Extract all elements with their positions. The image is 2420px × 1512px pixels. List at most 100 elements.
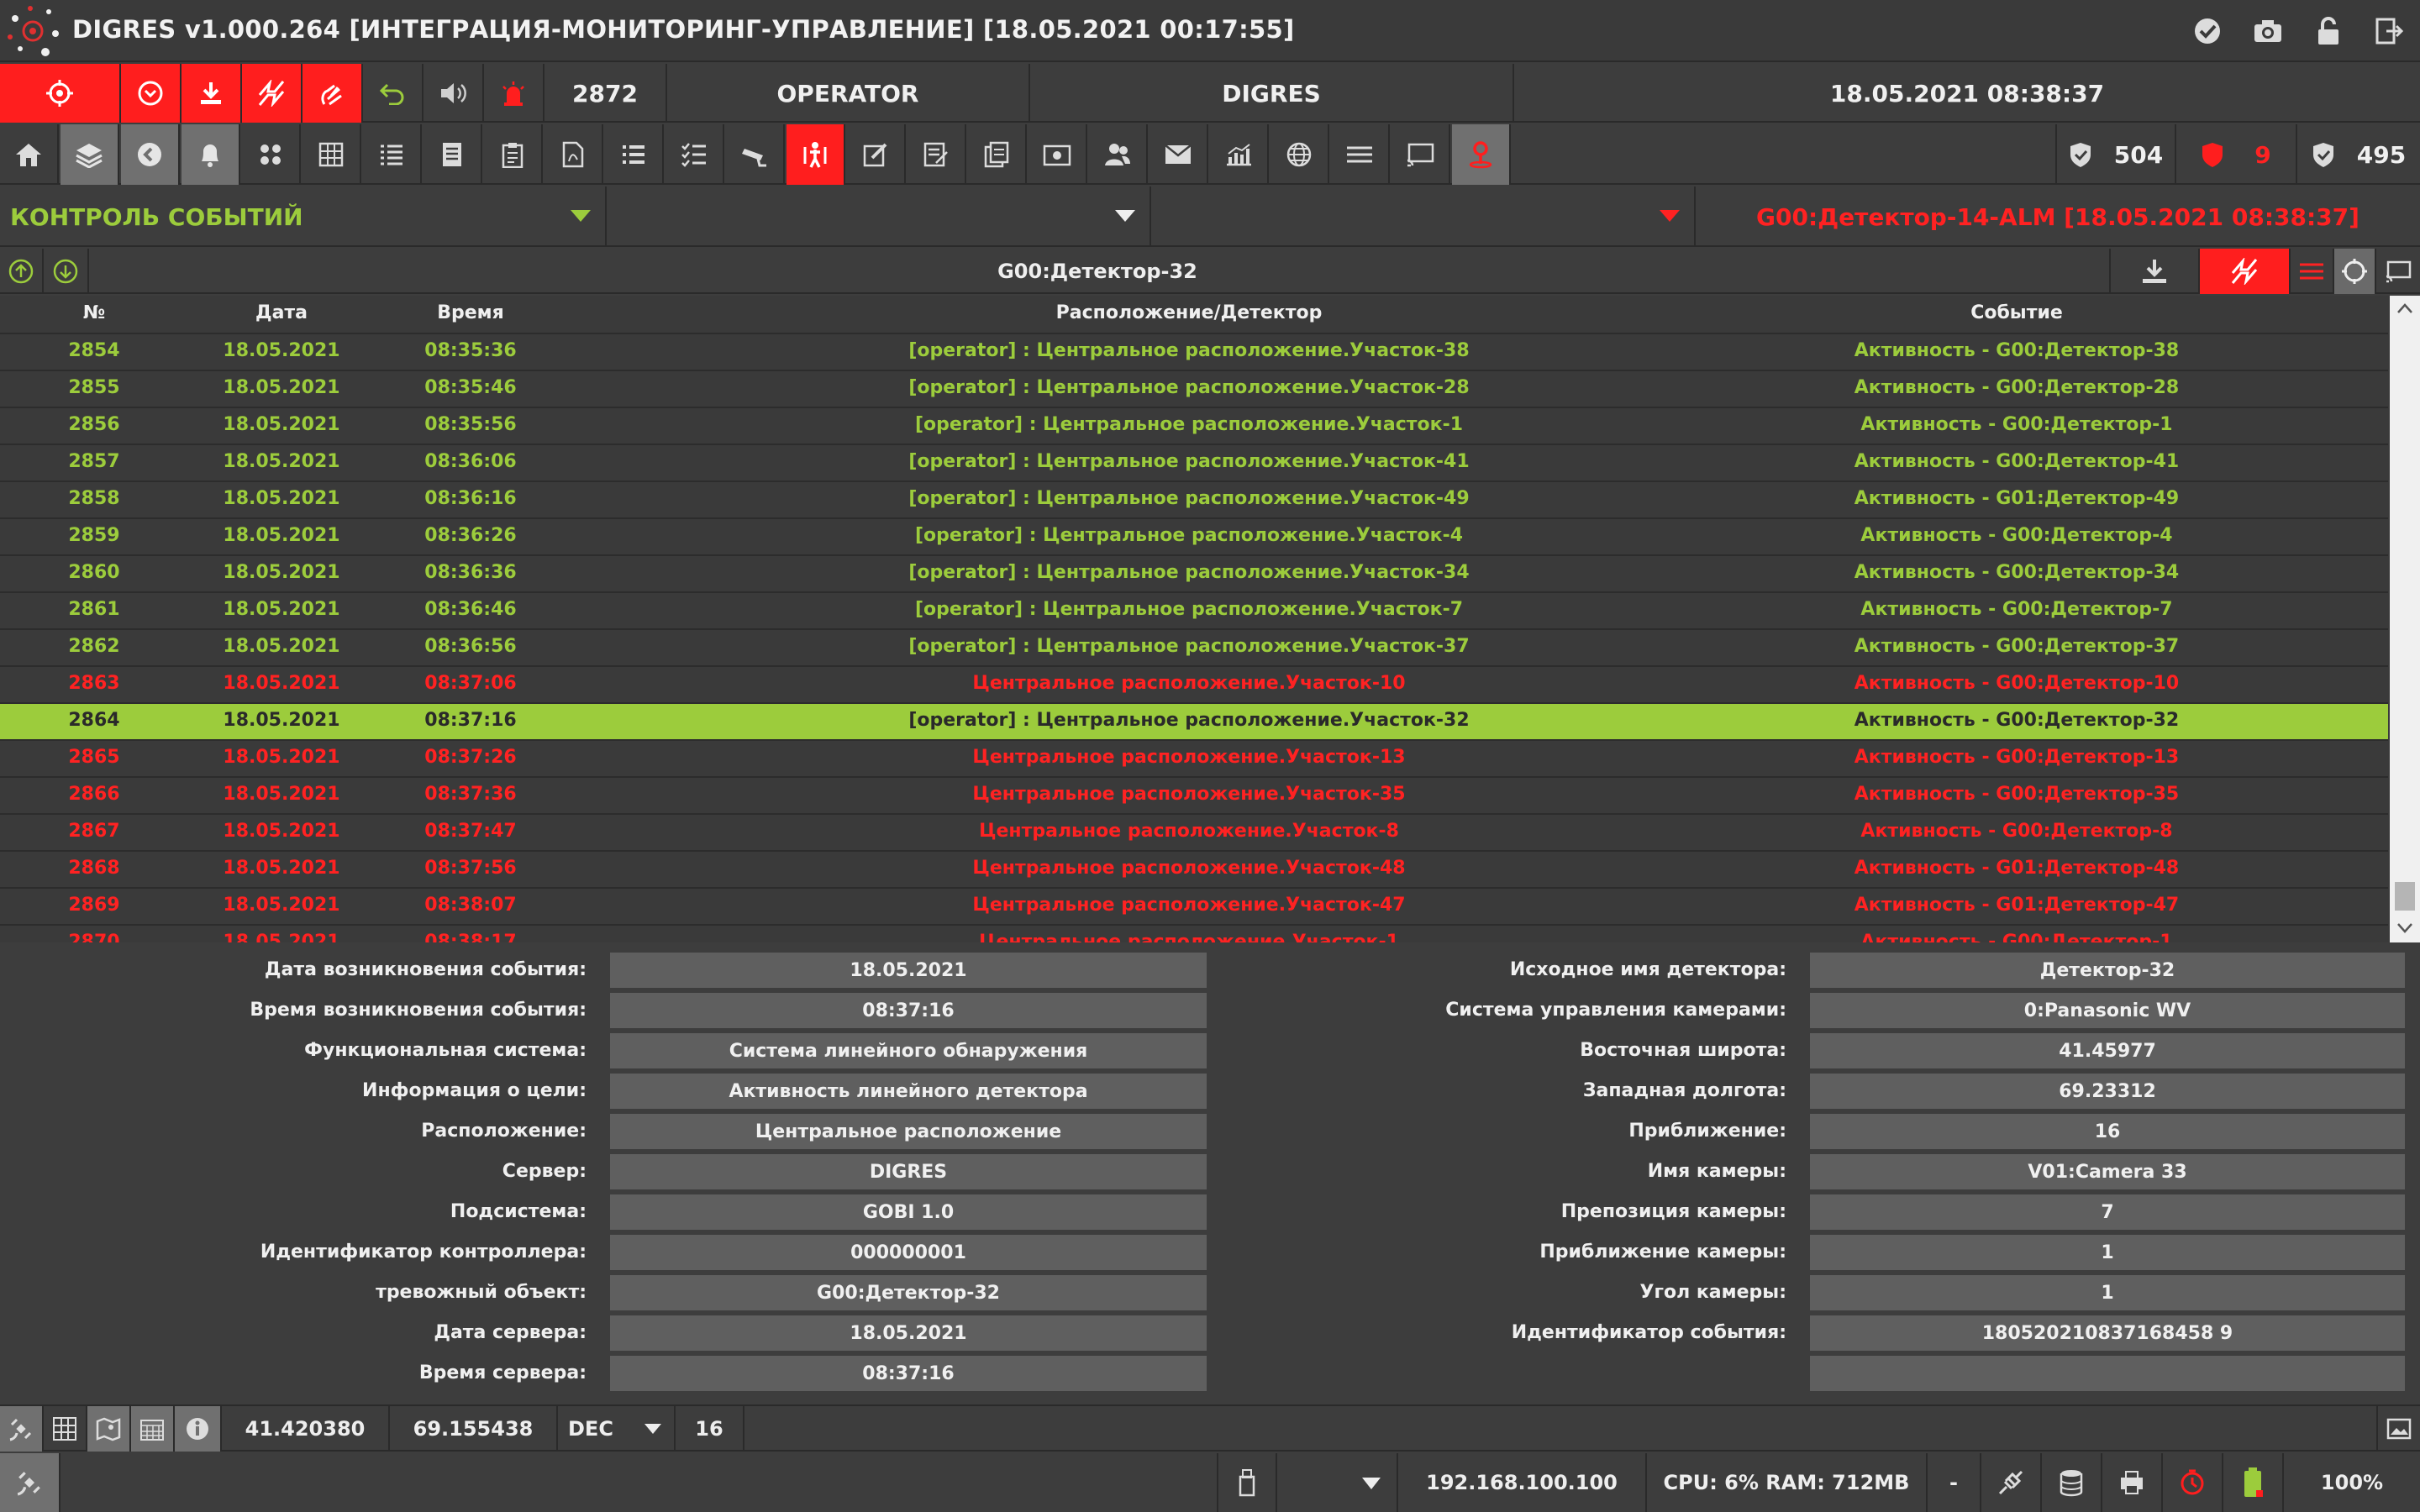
table-row[interactable]: 2866 18.05.2021 08:37:36 Центральное распол… bbox=[0, 776, 2388, 813]
lock-icon[interactable] bbox=[2309, 12, 2348, 50]
detail-value: Система линейного обнаружения bbox=[610, 1033, 1207, 1068]
detector-button[interactable] bbox=[786, 124, 845, 185]
map-icon bbox=[96, 1417, 121, 1441]
table-row[interactable]: 2858 18.05.2021 08:36:16 [operator] : Центр… bbox=[0, 480, 2388, 517]
scroll-down-button[interactable] bbox=[44, 249, 89, 294]
table-row[interactable]: 2855 18.05.2021 08:35:46 [operator] : Центр… bbox=[0, 370, 2388, 407]
undo-button[interactable] bbox=[363, 64, 424, 123]
format-select[interactable]: DEC bbox=[558, 1406, 676, 1452]
map-pin-button[interactable] bbox=[1452, 124, 1511, 185]
users-button[interactable] bbox=[1089, 124, 1148, 185]
filter-lines-button[interactable] bbox=[2291, 249, 2334, 294]
scroll-up-icon[interactable] bbox=[2396, 302, 2413, 314]
report-button[interactable] bbox=[424, 124, 482, 185]
cctv-button[interactable] bbox=[726, 124, 785, 185]
bell-button[interactable] bbox=[182, 124, 240, 185]
table-row[interactable]: 2856 18.05.2021 08:35:56 [operator] : Центр… bbox=[0, 407, 2388, 444]
mail-icon bbox=[1165, 144, 1192, 164]
download-button[interactable] bbox=[182, 64, 242, 123]
shield-check-icon bbox=[2312, 143, 2333, 167]
device-select[interactable] bbox=[1277, 1453, 1398, 1512]
chart-button[interactable] bbox=[1210, 124, 1269, 185]
sync-button[interactable] bbox=[242, 64, 302, 123]
mode-select-value: КОНТРОЛЬ СОБЫТИЙ bbox=[10, 202, 303, 231]
home-button[interactable] bbox=[0, 124, 59, 185]
scroll-up-button[interactable] bbox=[0, 249, 44, 294]
globe-icon bbox=[1286, 142, 1312, 167]
title-bar: DIGRES v1.000.264 [ИНТЕГРАЦИЯ-МОНИТОРИНГ… bbox=[0, 0, 2420, 62]
info-button[interactable] bbox=[175, 1406, 222, 1452]
collapse-button[interactable] bbox=[121, 64, 182, 123]
alarm-hand-button[interactable] bbox=[302, 64, 363, 123]
edit-button[interactable] bbox=[847, 124, 906, 185]
menu-lines-button[interactable] bbox=[1331, 124, 1390, 185]
table-row[interactable]: 2859 18.05.2021 08:36:26 [operator] : Центр… bbox=[0, 517, 2388, 554]
camera-icon[interactable] bbox=[2249, 12, 2287, 50]
download-icon bbox=[201, 82, 221, 104]
mode-select[interactable]: КОНТРОЛЬ СОБЫТИЙ bbox=[0, 186, 607, 247]
table-button[interactable] bbox=[302, 124, 361, 185]
plug-icon bbox=[1998, 1470, 2023, 1495]
back-button[interactable] bbox=[121, 124, 180, 185]
siren-button[interactable] bbox=[484, 64, 544, 123]
list-button[interactable] bbox=[363, 124, 422, 185]
pdf-button[interactable] bbox=[544, 124, 603, 185]
shield-icon bbox=[2070, 143, 2091, 167]
image-button[interactable] bbox=[2376, 1406, 2420, 1452]
table-row[interactable]: 2867 18.05.2021 08:37:47 Центральное распол… bbox=[0, 813, 2388, 850]
table-row[interactable]: 2854 18.05.2021 08:35:36 [operator] : Центр… bbox=[0, 333, 2388, 370]
cell-time: 08:37:56 bbox=[424, 858, 517, 879]
active-alarm-label[interactable]: G00:Детектор-14-ALM [18.05.2021 08:38:37… bbox=[1696, 186, 2420, 247]
calendar-button[interactable] bbox=[131, 1406, 175, 1452]
table-row[interactable]: 2864 18.05.2021 08:37:16 [operator] : Центр… bbox=[0, 702, 2388, 739]
sound-button[interactable] bbox=[424, 64, 484, 123]
detail-value: 18.05.2021 bbox=[610, 953, 1207, 988]
timer-button[interactable] bbox=[2163, 1453, 2223, 1512]
cast-button[interactable] bbox=[1392, 124, 1450, 185]
database-button[interactable] bbox=[2042, 1453, 2102, 1512]
crosshair-icon bbox=[46, 80, 73, 107]
connection-button[interactable] bbox=[1981, 1453, 2042, 1512]
event-details-panel: Дата возникновения события: 18.05.2021 Вре… bbox=[0, 944, 2420, 1403]
table-row[interactable]: 2868 18.05.2021 08:37:56 Центральное распол… bbox=[0, 850, 2388, 887]
cast-view-button[interactable] bbox=[2376, 249, 2420, 294]
globe-button[interactable] bbox=[1270, 124, 1329, 185]
cell-number: 2870 bbox=[68, 932, 120, 942]
cell-time: 08:37:36 bbox=[424, 784, 517, 805]
target-button[interactable] bbox=[0, 64, 121, 123]
bullet-list-button[interactable] bbox=[605, 124, 664, 185]
satellite-status-button[interactable] bbox=[0, 1453, 60, 1512]
checklist-button[interactable] bbox=[666, 124, 724, 185]
export-button[interactable] bbox=[2109, 249, 2200, 294]
target-toggle-button[interactable] bbox=[2334, 249, 2376, 294]
table-row[interactable]: 2857 18.05.2021 08:36:06 [operator] : Центр… bbox=[0, 444, 2388, 480]
alarm-select[interactable] bbox=[1151, 186, 1696, 247]
map-button[interactable] bbox=[87, 1406, 131, 1452]
photo-icon bbox=[1043, 144, 1071, 166]
check-circle-icon[interactable] bbox=[2188, 12, 2227, 50]
scrollbar-thumb[interactable] bbox=[2395, 882, 2415, 911]
snapshot-button[interactable] bbox=[1028, 124, 1087, 185]
table-row[interactable]: 2870 18.05.2021 08:38:17 Центральное распол… bbox=[0, 924, 2388, 942]
table-row[interactable]: 2862 18.05.2021 08:36:56 [operator] : Центр… bbox=[0, 628, 2388, 665]
group-select[interactable] bbox=[607, 186, 1151, 247]
grid-button[interactable] bbox=[44, 1406, 87, 1452]
scroll-down-icon[interactable] bbox=[2396, 922, 2413, 934]
table-row[interactable]: 2861 18.05.2021 08:36:46 [operator] : Центр… bbox=[0, 591, 2388, 628]
printer-button[interactable] bbox=[2102, 1453, 2163, 1512]
table-row[interactable]: 2860 18.05.2021 08:36:36 [operator] : Центр… bbox=[0, 554, 2388, 591]
table-row[interactable]: 2865 18.05.2021 08:37:26 Центральное распол… bbox=[0, 739, 2388, 776]
clipboard-button[interactable] bbox=[484, 124, 543, 185]
table-row[interactable]: 2863 18.05.2021 08:37:06 Центральное распол… bbox=[0, 665, 2388, 702]
sync-toggle-button[interactable] bbox=[2200, 249, 2291, 294]
dots-button[interactable] bbox=[242, 124, 301, 185]
documents-button[interactable] bbox=[968, 124, 1027, 185]
mail-button[interactable] bbox=[1150, 124, 1208, 185]
usb-button[interactable] bbox=[1217, 1453, 1277, 1512]
table-row[interactable]: 2869 18.05.2021 08:38:07 Центральное распол… bbox=[0, 887, 2388, 924]
satellite-button[interactable] bbox=[0, 1406, 44, 1452]
layers-button[interactable] bbox=[60, 124, 119, 185]
logout-icon[interactable] bbox=[2370, 12, 2408, 50]
document-edit-button[interactable] bbox=[908, 124, 966, 185]
table-scrollbar[interactable] bbox=[2390, 296, 2420, 942]
